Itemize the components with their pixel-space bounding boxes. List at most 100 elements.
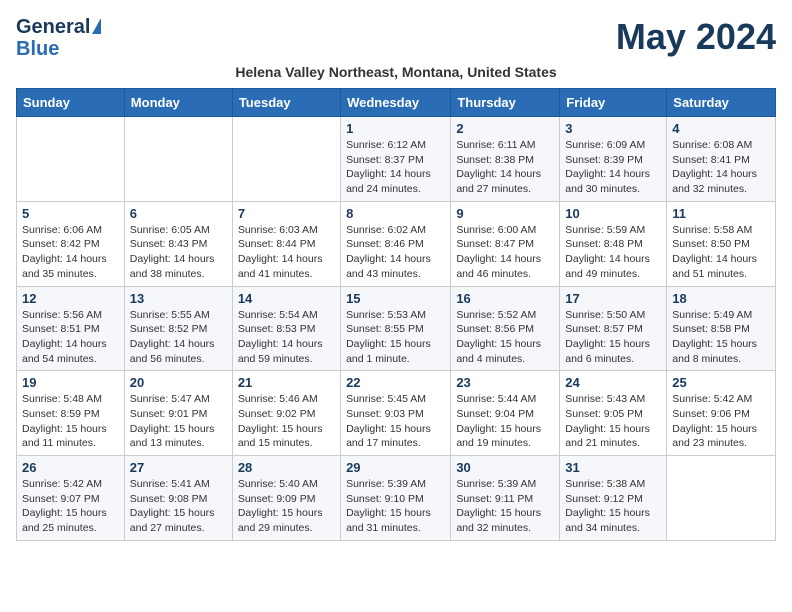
calendar-cell: 10 Sunrise: 5:59 AM Sunset: 8:48 PM Dayli… — [560, 201, 667, 286]
day-number: 5 — [22, 206, 119, 221]
calendar-cell: 6 Sunrise: 6:05 AM Sunset: 8:43 PM Daylig… — [124, 201, 232, 286]
calendar-week-1: 1 Sunrise: 6:12 AM Sunset: 8:37 PM Daylig… — [17, 117, 776, 202]
day-info: Sunrise: 6:12 AM Sunset: 8:37 PM Dayligh… — [346, 138, 445, 197]
page-header: General Blue May 2024 — [16, 16, 776, 60]
calendar-cell: 15 Sunrise: 5:53 AM Sunset: 8:55 PM Dayli… — [341, 286, 451, 371]
day-info: Sunrise: 6:00 AM Sunset: 8:47 PM Dayligh… — [456, 223, 554, 282]
header-saturday: Saturday — [667, 89, 776, 117]
day-info: Sunrise: 5:40 AM Sunset: 9:09 PM Dayligh… — [238, 477, 335, 536]
day-number: 10 — [565, 206, 661, 221]
calendar-cell: 11Sunrise: 5:58 AM Sunset: 8:50 PM Dayli… — [667, 201, 776, 286]
day-info: Sunrise: 5:42 AM Sunset: 9:06 PM Dayligh… — [672, 392, 770, 451]
calendar-week-5: 26 Sunrise: 5:42 AM Sunset: 9:07 PM Dayli… — [17, 456, 776, 541]
calendar-cell: 8Sunrise: 6:02 AM Sunset: 8:46 PM Daylig… — [341, 201, 451, 286]
calendar-week-4: 19 Sunrise: 5:48 AM Sunset: 8:59 PM Dayli… — [17, 371, 776, 456]
day-info: Sunrise: 5:55 AM Sunset: 8:52 PM Dayligh… — [130, 308, 227, 367]
calendar-cell: 19 Sunrise: 5:48 AM Sunset: 8:59 PM Dayli… — [17, 371, 125, 456]
day-number: 6 — [130, 206, 227, 221]
calendar-cell: 3 Sunrise: 6:09 AM Sunset: 8:39 PM Daylig… — [560, 117, 667, 202]
day-number: 17 — [565, 291, 661, 306]
day-number: 23 — [456, 375, 554, 390]
day-info: Sunrise: 5:54 AM Sunset: 8:53 PM Dayligh… — [238, 308, 335, 367]
day-number: 9 — [456, 206, 554, 221]
calendar-cell: 18Sunrise: 5:49 AM Sunset: 8:58 PM Dayli… — [667, 286, 776, 371]
calendar-cell — [667, 456, 776, 541]
day-info: Sunrise: 5:38 AM Sunset: 9:12 PM Dayligh… — [565, 477, 661, 536]
day-info: Sunrise: 5:39 AM Sunset: 9:10 PM Dayligh… — [346, 477, 445, 536]
calendar-cell: 26 Sunrise: 5:42 AM Sunset: 9:07 PM Dayli… — [17, 456, 125, 541]
day-number: 7 — [238, 206, 335, 221]
day-info: Sunrise: 6:09 AM Sunset: 8:39 PM Dayligh… — [565, 138, 661, 197]
calendar-cell: 4Sunrise: 6:08 AM Sunset: 8:41 PM Daylig… — [667, 117, 776, 202]
day-info: Sunrise: 5:52 AM Sunset: 8:56 PM Dayligh… — [456, 308, 554, 367]
day-info: Sunrise: 5:43 AM Sunset: 9:05 PM Dayligh… — [565, 392, 661, 451]
calendar-cell: 14 Sunrise: 5:54 AM Sunset: 8:53 PM Dayli… — [232, 286, 340, 371]
day-info: Sunrise: 5:45 AM Sunset: 9:03 PM Dayligh… — [346, 392, 445, 451]
calendar-cell: 9 Sunrise: 6:00 AM Sunset: 8:47 PM Daylig… — [451, 201, 560, 286]
day-number: 24 — [565, 375, 661, 390]
day-number: 15 — [346, 291, 445, 306]
calendar-cell: 24 Sunrise: 5:43 AM Sunset: 9:05 PM Dayli… — [560, 371, 667, 456]
day-info: Sunrise: 5:50 AM Sunset: 8:57 PM Dayligh… — [565, 308, 661, 367]
day-number: 26 — [22, 460, 119, 475]
calendar-cell: 1 Sunrise: 6:12 AM Sunset: 8:37 PM Daylig… — [341, 117, 451, 202]
calendar-cell: 30 Sunrise: 5:39 AM Sunset: 9:11 PM Dayli… — [451, 456, 560, 541]
day-info: Sunrise: 5:56 AM Sunset: 8:51 PM Dayligh… — [22, 308, 119, 367]
calendar-cell: 7 Sunrise: 6:03 AM Sunset: 8:44 PM Daylig… — [232, 201, 340, 286]
day-info: Sunrise: 5:44 AM Sunset: 9:04 PM Dayligh… — [456, 392, 554, 451]
calendar-cell: 27Sunrise: 5:41 AM Sunset: 9:08 PM Dayli… — [124, 456, 232, 541]
calendar-header-row: SundayMondayTuesdayWednesdayThursdayFrid… — [17, 89, 776, 117]
day-info: Sunrise: 5:39 AM Sunset: 9:11 PM Dayligh… — [456, 477, 554, 536]
calendar-week-2: 5Sunrise: 6:06 AM Sunset: 8:42 PM Daylig… — [17, 201, 776, 286]
day-number: 8 — [346, 206, 445, 221]
day-number: 1 — [346, 121, 445, 136]
day-number: 16 — [456, 291, 554, 306]
day-number: 11 — [672, 206, 770, 221]
header-wednesday: Wednesday — [341, 89, 451, 117]
day-number: 13 — [130, 291, 227, 306]
day-info: Sunrise: 5:48 AM Sunset: 8:59 PM Dayligh… — [22, 392, 119, 451]
calendar-table: SundayMondayTuesdayWednesdayThursdayFrid… — [16, 88, 776, 541]
day-info: Sunrise: 5:47 AM Sunset: 9:01 PM Dayligh… — [130, 392, 227, 451]
calendar-cell: 2 Sunrise: 6:11 AM Sunset: 8:38 PM Daylig… — [451, 117, 560, 202]
month-title: May 2024 — [616, 16, 776, 58]
day-info: Sunrise: 5:42 AM Sunset: 9:07 PM Dayligh… — [22, 477, 119, 536]
calendar-cell — [124, 117, 232, 202]
header-friday: Friday — [560, 89, 667, 117]
calendar-cell: 16 Sunrise: 5:52 AM Sunset: 8:56 PM Dayli… — [451, 286, 560, 371]
day-number: 22 — [346, 375, 445, 390]
day-number: 3 — [565, 121, 661, 136]
day-number: 14 — [238, 291, 335, 306]
day-info: Sunrise: 6:11 AM Sunset: 8:38 PM Dayligh… — [456, 138, 554, 197]
day-number: 2 — [456, 121, 554, 136]
logo-blue: Blue — [16, 38, 59, 60]
calendar-cell — [17, 117, 125, 202]
calendar-cell: 31 Sunrise: 5:38 AM Sunset: 9:12 PM Dayli… — [560, 456, 667, 541]
day-number: 12 — [22, 291, 119, 306]
calendar-cell — [232, 117, 340, 202]
day-number: 19 — [22, 375, 119, 390]
calendar-cell: 12 Sunrise: 5:56 AM Sunset: 8:51 PM Dayli… — [17, 286, 125, 371]
day-number: 31 — [565, 460, 661, 475]
calendar-cell: 25Sunrise: 5:42 AM Sunset: 9:06 PM Dayli… — [667, 371, 776, 456]
day-number: 28 — [238, 460, 335, 475]
logo: General Blue — [16, 16, 101, 60]
day-number: 18 — [672, 291, 770, 306]
calendar-cell: 29Sunrise: 5:39 AM Sunset: 9:10 PM Dayli… — [341, 456, 451, 541]
day-info: Sunrise: 5:46 AM Sunset: 9:02 PM Dayligh… — [238, 392, 335, 451]
calendar-week-3: 12 Sunrise: 5:56 AM Sunset: 8:51 PM Dayli… — [17, 286, 776, 371]
calendar-cell: 22 Sunrise: 5:45 AM Sunset: 9:03 PM Dayli… — [341, 371, 451, 456]
day-info: Sunrise: 5:53 AM Sunset: 8:55 PM Dayligh… — [346, 308, 445, 367]
day-number: 30 — [456, 460, 554, 475]
day-info: Sunrise: 6:03 AM Sunset: 8:44 PM Dayligh… — [238, 223, 335, 282]
logo-general: General — [16, 16, 90, 38]
day-number: 20 — [130, 375, 227, 390]
day-number: 27 — [130, 460, 227, 475]
day-number: 4 — [672, 121, 770, 136]
day-info: Sunrise: 6:05 AM Sunset: 8:43 PM Dayligh… — [130, 223, 227, 282]
calendar-cell: 28 Sunrise: 5:40 AM Sunset: 9:09 PM Dayli… — [232, 456, 340, 541]
day-number: 21 — [238, 375, 335, 390]
day-info: Sunrise: 5:59 AM Sunset: 8:48 PM Dayligh… — [565, 223, 661, 282]
header-monday: Monday — [124, 89, 232, 117]
header-sunday: Sunday — [17, 89, 125, 117]
